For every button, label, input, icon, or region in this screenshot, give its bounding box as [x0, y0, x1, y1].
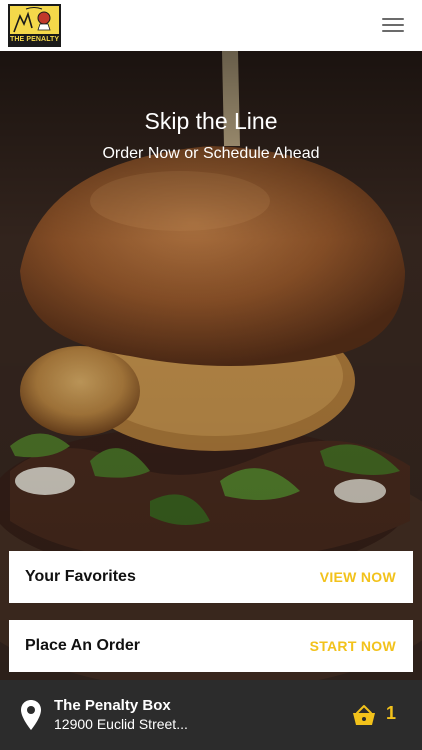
app-header: THE PENALTY BOX [0, 0, 422, 51]
hero-subtitle: Order Now or Schedule Ahead [102, 145, 320, 162]
logo-illustration [10, 6, 59, 34]
map-pin-icon [21, 700, 41, 730]
hero-title: Skip the Line [144, 108, 278, 134]
location-info[interactable]: The Penalty Box 12900 Euclid Street... [54, 696, 188, 734]
place-order-card[interactable]: Place An Order START NOW [9, 620, 413, 672]
basket-count[interactable]: 1 [386, 703, 396, 724]
basket-icon[interactable] [352, 704, 376, 726]
your-favorites-card[interactable]: Your Favorites VIEW NOW [9, 551, 413, 603]
location-name: The Penalty Box [54, 697, 171, 714]
penalty-box-logo[interactable]: THE PENALTY BOX [8, 4, 61, 47]
location-address: 12900 Euclid Street... [54, 716, 188, 732]
logo-text: THE PENALTY BOX [10, 34, 60, 45]
place-order-label: Place An Order [25, 637, 141, 654]
favorites-label: Your Favorites [25, 568, 136, 585]
location-footer[interactable]: The Penalty Box 12900 Euclid Street... 1 [0, 680, 422, 750]
view-now-button[interactable]: VIEW NOW [320, 569, 396, 585]
hamburger-menu-icon[interactable] [382, 16, 404, 34]
start-now-button[interactable]: START NOW [310, 638, 396, 654]
